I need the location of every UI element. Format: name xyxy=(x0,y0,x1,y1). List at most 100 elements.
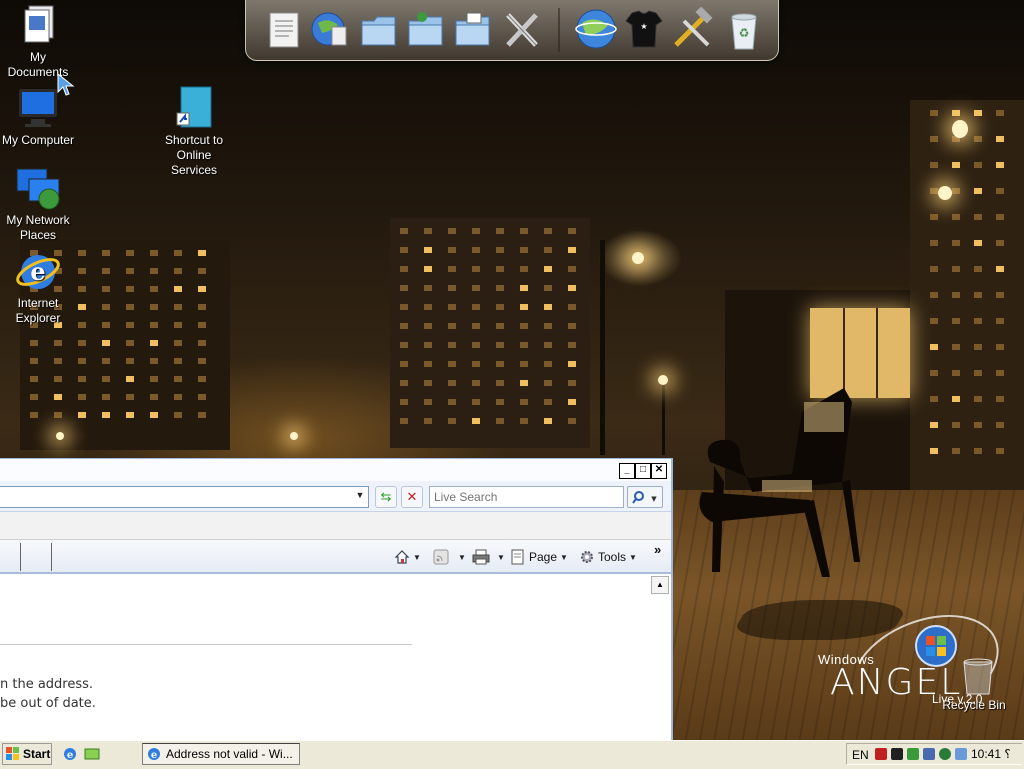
building-window xyxy=(974,396,982,402)
document-icon[interactable] xyxy=(264,7,304,51)
network-activity-icon[interactable] xyxy=(907,748,919,760)
globe-tray-icon[interactable] xyxy=(939,748,951,760)
building-window xyxy=(400,380,408,386)
print-button[interactable]: ▼ xyxy=(472,548,505,566)
building-window xyxy=(174,286,182,292)
recycle-bin-icon[interactable]: ♻ xyxy=(724,7,764,51)
building-window xyxy=(424,361,432,367)
wall-lamp-light xyxy=(952,120,968,138)
search-box[interactable] xyxy=(429,486,624,508)
building-window xyxy=(400,266,408,272)
building-window xyxy=(102,322,110,328)
building-window xyxy=(448,399,456,405)
quick-launch-show-desktop-icon[interactable] xyxy=(84,746,100,762)
stop-button[interactable]: ✕ xyxy=(401,486,423,508)
building-window xyxy=(400,399,408,405)
desktop-icon-label: My Network Places xyxy=(6,213,70,242)
maximize-button[interactable]: □ xyxy=(635,463,651,479)
tools-icon[interactable] xyxy=(502,7,542,51)
start-label: Start xyxy=(23,747,51,761)
building-window xyxy=(568,228,576,234)
building-window xyxy=(174,268,182,274)
pictures-folder-icon[interactable] xyxy=(453,7,493,51)
building-window xyxy=(952,214,960,220)
start-button[interactable]: Start xyxy=(2,743,52,765)
building-window xyxy=(198,286,206,292)
desktop-icon-my-network-places[interactable]: My Network Places xyxy=(0,165,78,243)
building-window xyxy=(496,228,504,234)
building-window xyxy=(520,266,528,272)
building-window xyxy=(974,162,982,168)
home-icon xyxy=(394,550,410,564)
window-title-bar[interactable]: _ □ ✕ xyxy=(0,459,671,481)
building-window xyxy=(78,304,86,310)
building-window xyxy=(952,344,960,350)
building-window xyxy=(198,412,206,418)
home-button[interactable]: ▼ xyxy=(394,548,421,566)
music-folder-icon[interactable] xyxy=(406,7,446,51)
page-menu-button[interactable]: Page ▼ xyxy=(510,548,568,566)
minimize-button[interactable]: _ xyxy=(619,463,635,479)
building-window xyxy=(974,240,982,246)
folder-icon[interactable] xyxy=(359,7,399,51)
building-window xyxy=(174,376,182,382)
building-window xyxy=(496,361,504,367)
internet-explorer-icon: e xyxy=(15,248,61,294)
svg-text:▼: ▼ xyxy=(651,495,657,503)
building-window xyxy=(930,266,938,272)
tools-menu-button[interactable]: Tools ▼ xyxy=(579,548,637,566)
building-window xyxy=(30,412,38,418)
street-lamp-pole xyxy=(662,385,665,455)
language-indicator[interactable]: EN xyxy=(852,748,869,762)
page-icon xyxy=(511,549,524,565)
building-window xyxy=(448,418,456,424)
building-window xyxy=(472,285,480,291)
building-window xyxy=(952,266,960,272)
building-window xyxy=(78,376,86,382)
building-window xyxy=(996,318,1004,324)
building-window xyxy=(930,396,938,402)
device-icon[interactable] xyxy=(923,748,935,760)
refresh-button[interactable]: ⇆ xyxy=(375,486,397,508)
network-monitor-icon[interactable] xyxy=(891,748,903,760)
hammer-wrench-icon[interactable] xyxy=(670,6,713,51)
chevron-down-icon[interactable]: ▼ xyxy=(354,490,366,504)
building-window xyxy=(150,340,158,346)
globe-document-icon[interactable] xyxy=(310,7,350,51)
building-window xyxy=(400,323,408,329)
building-window xyxy=(568,323,576,329)
building-window xyxy=(448,247,456,253)
building-window xyxy=(996,448,1004,454)
building-window xyxy=(174,340,182,346)
close-button[interactable]: ✕ xyxy=(651,463,667,479)
desktop-icon-internet-explorer[interactable]: e Internet Explorer xyxy=(0,248,78,326)
links-bar xyxy=(0,512,671,540)
desktop-icon-online-services[interactable]: Shortcut to Online Services xyxy=(154,85,234,178)
address-field[interactable]: ▼ xyxy=(0,486,369,508)
search-button[interactable]: ▼ xyxy=(627,486,663,508)
building-window xyxy=(448,361,456,367)
tshirt-icon[interactable]: ★ xyxy=(624,7,664,51)
feeds-button[interactable]: ▼ xyxy=(433,548,466,566)
internet-globe-icon[interactable] xyxy=(574,7,617,51)
my-computer-icon xyxy=(15,85,61,131)
chevron-down-icon: ▼ xyxy=(560,552,568,562)
scroll-up-button[interactable]: ▲ xyxy=(651,576,669,594)
building-window xyxy=(424,323,432,329)
building-window xyxy=(424,380,432,386)
search-input[interactable] xyxy=(430,487,623,507)
building-window xyxy=(974,214,982,220)
display-tray-icon[interactable] xyxy=(955,748,967,760)
quick-launch-ie-icon[interactable]: e xyxy=(62,746,78,762)
building-window xyxy=(974,448,982,454)
toolbar-overflow-chevron[interactable]: » xyxy=(654,540,661,558)
building-window xyxy=(126,268,134,274)
desktop-icon-my-documents[interactable]: My Documents xyxy=(0,2,78,80)
building-window xyxy=(996,422,1004,428)
taskbar-ie-window-button[interactable]: e Address not valid - Wi... xyxy=(142,743,300,765)
clock[interactable]: 10:41 ؟ xyxy=(971,747,1011,761)
building-window xyxy=(952,318,960,324)
building-window xyxy=(54,340,62,346)
security-shield-icon[interactable] xyxy=(875,748,887,760)
desktop-icon-recycle-bin[interactable]: Recycle Bin xyxy=(932,656,1016,713)
